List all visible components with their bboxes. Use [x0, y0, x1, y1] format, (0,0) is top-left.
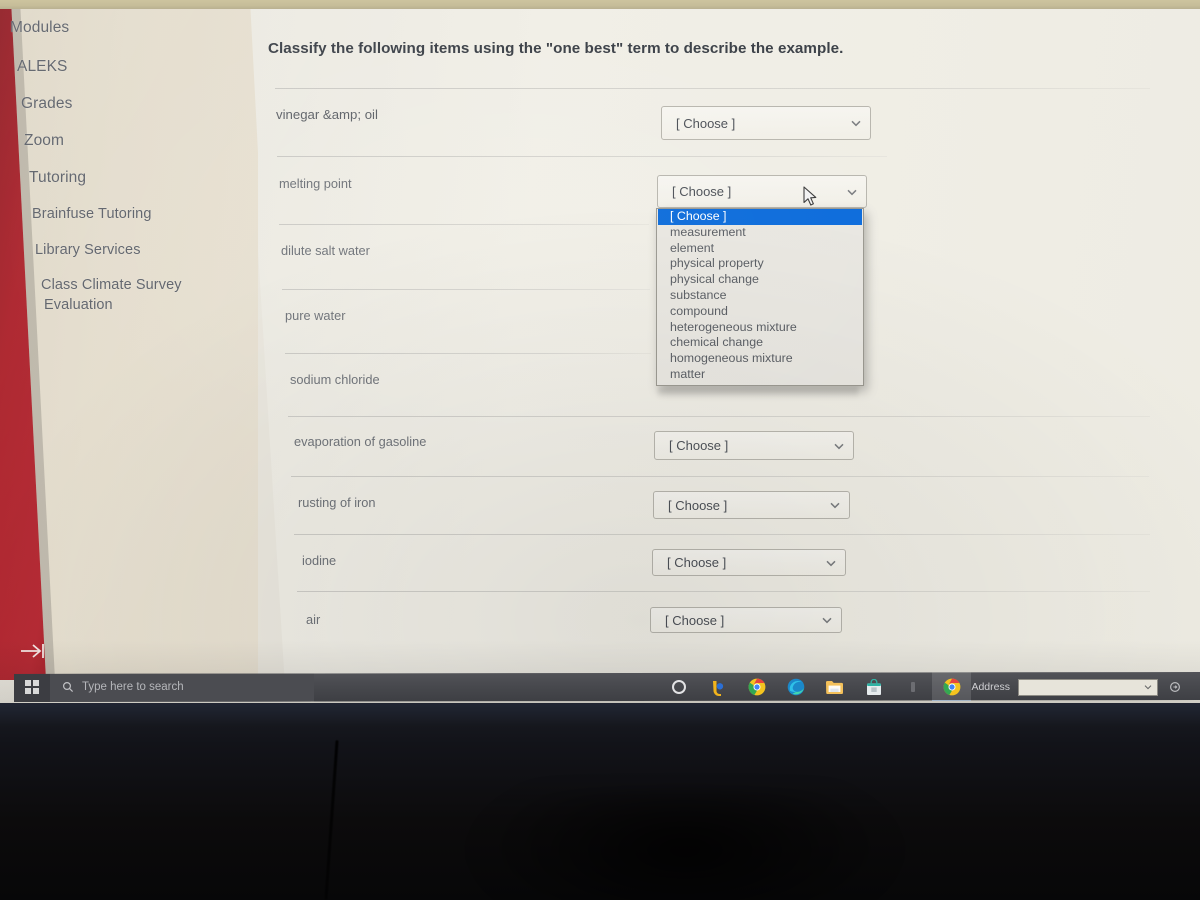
select-iodine[interactable]: [ Choose ] — [652, 549, 846, 576]
windows-taskbar: Type here to search Address — [14, 672, 1200, 702]
dropdown-option-matter[interactable]: matter — [657, 367, 863, 383]
chevron-down-icon[interactable] — [1143, 682, 1153, 692]
monitor-photo: Modules ALEKS Grades Zoom Tutoring Brain… — [0, 0, 1200, 900]
select-vinegar-oil[interactable]: [ Choose ] — [661, 106, 871, 140]
chevron-down-icon — [822, 617, 832, 624]
row-divider — [279, 224, 649, 225]
chevron-down-icon — [830, 502, 840, 509]
dropdown-option-compound[interactable]: compound — [657, 304, 863, 320]
address-toolbar: Address — [971, 678, 1200, 696]
chrome-icon[interactable] — [737, 672, 776, 702]
microsoft-store-icon[interactable] — [854, 672, 893, 702]
row-divider — [288, 416, 1150, 417]
row-label: iodine — [302, 553, 337, 568]
dropdown-option-heterogeneous-mixture[interactable]: heterogeneous mixture — [657, 320, 863, 336]
dropdown-option-physical-change[interactable]: physical change — [657, 272, 863, 288]
address-go-button[interactable] — [1166, 679, 1184, 696]
dropdown-option-measurement[interactable]: measurement — [657, 225, 863, 241]
row-divider — [297, 591, 1150, 592]
select-value: [ Choose ] — [676, 115, 736, 131]
dropdown-options-list[interactable]: [ Choose ] measurement element physical … — [656, 208, 864, 386]
select-value: [ Choose ] — [668, 497, 728, 513]
go-arrow-icon — [1169, 681, 1181, 693]
dropdown-option-chemical-change[interactable]: chemical change — [657, 335, 863, 351]
chevron-down-icon — [826, 560, 836, 566]
unknown-app-icon[interactable] — [893, 672, 932, 702]
row-label: vinegar &amp; oil — [276, 107, 378, 122]
question-rows: vinegar &amp; oil [ Choose ] melting poi… — [0, 0, 1200, 690]
select-value: [ Choose ] — [667, 555, 727, 570]
row-divider — [282, 289, 650, 290]
dropdown-option-substance[interactable]: substance — [657, 288, 863, 304]
screen-area: Modules ALEKS Grades Zoom Tutoring Brain… — [0, 0, 1200, 703]
row-label: air — [306, 612, 321, 627]
taskbar-app-icons — [659, 672, 972, 702]
row-divider — [285, 353, 651, 354]
row-divider — [294, 534, 1150, 535]
start-button[interactable] — [14, 672, 50, 702]
dropdown-shadow — [658, 388, 858, 398]
desk-shadow — [470, 790, 900, 900]
row-divider — [291, 476, 1149, 477]
address-input[interactable] — [1018, 678, 1158, 696]
lens-app-icon[interactable] — [698, 672, 737, 702]
row-divider — [275, 88, 1150, 89]
select-value: [ Choose ] — [672, 184, 732, 199]
collapse-arrow-icon[interactable] — [18, 639, 48, 663]
select-air[interactable]: [ Choose ] — [650, 607, 842, 633]
taskbar-search-placeholder: Type here to search — [82, 681, 184, 693]
file-explorer-icon[interactable] — [815, 672, 854, 702]
select-value: [ Choose ] — [665, 612, 725, 628]
edge-icon[interactable] — [776, 672, 815, 702]
dropdown-option-choose[interactable]: [ Choose ] — [658, 209, 862, 225]
row-label: sodium chloride — [290, 372, 380, 387]
windows-logo-icon — [25, 680, 39, 694]
dropdown-option-element[interactable]: element — [657, 241, 863, 257]
select-melting-point[interactable]: [ Choose ] — [657, 175, 867, 208]
cortana-icon[interactable] — [659, 672, 698, 702]
chevron-down-icon — [834, 443, 844, 449]
dropdown-option-physical-property[interactable]: physical property — [657, 256, 863, 272]
question-prompt: Classify the following items using the "… — [268, 40, 844, 57]
select-rusting-iron[interactable]: [ Choose ] — [653, 491, 850, 519]
top-khaki-strip — [0, 0, 1200, 9]
chevron-down-icon — [847, 189, 857, 195]
taskbar-search-box[interactable]: Type here to search — [50, 672, 314, 702]
dropdown-option-homogeneous-mixture[interactable]: homogeneous mixture — [657, 351, 863, 367]
row-label: dilute salt water — [281, 243, 370, 258]
select-evaporation-gasoline[interactable]: [ Choose ] — [654, 431, 854, 460]
row-label: rusting of iron — [298, 495, 376, 510]
address-label: Address — [971, 681, 1010, 693]
row-label: evaporation of gasoline — [294, 434, 427, 449]
row-divider — [277, 156, 887, 157]
chevron-down-icon — [851, 120, 861, 127]
mouse-cursor-icon — [803, 186, 818, 212]
search-icon — [62, 681, 74, 693]
chrome-window-icon[interactable] — [932, 672, 972, 702]
select-value: [ Choose ] — [669, 438, 729, 453]
row-label: melting point — [279, 176, 352, 191]
monitor-bezel — [0, 700, 1200, 726]
row-label: pure water — [285, 308, 346, 323]
